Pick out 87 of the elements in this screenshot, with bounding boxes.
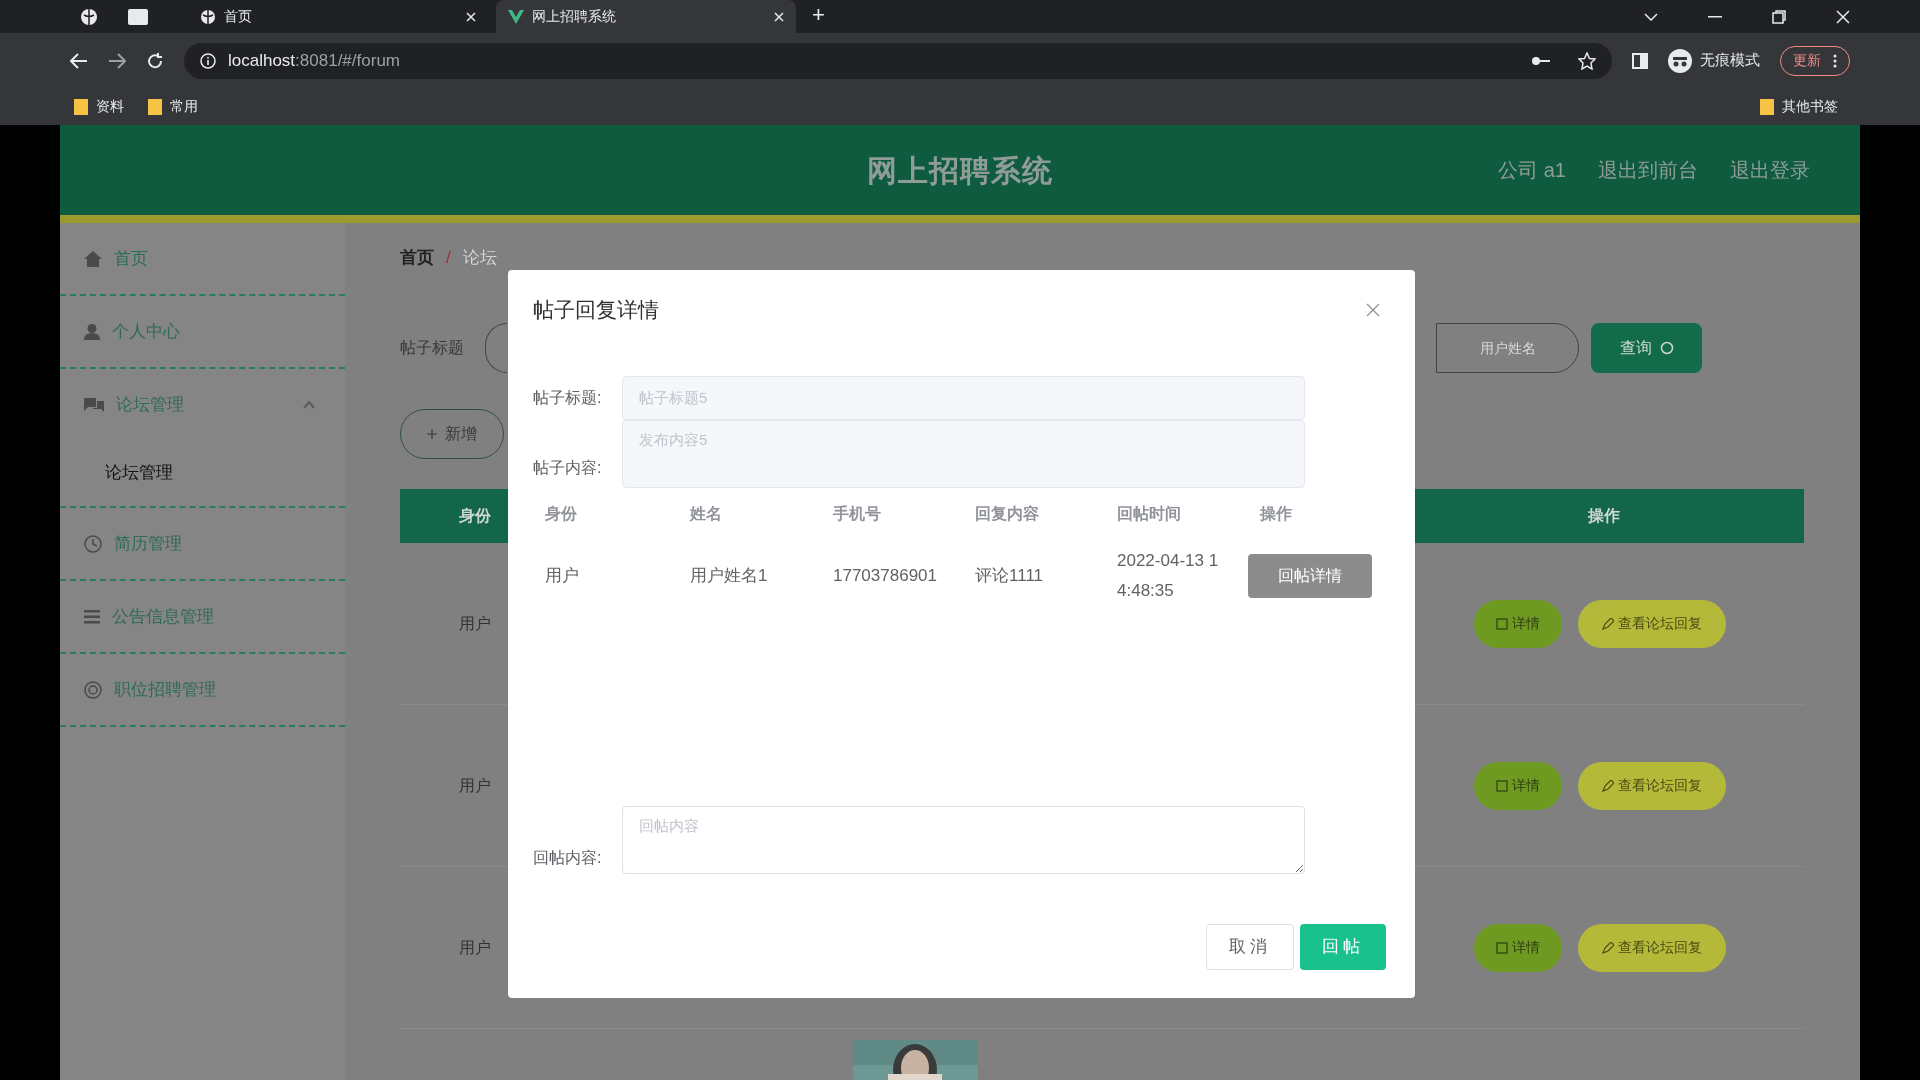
column-header: 身份 <box>545 505 577 522</box>
search-button[interactable]: 查询 <box>1591 323 1702 373</box>
folder-icon <box>148 98 162 115</box>
pen-icon <box>1602 617 1614 630</box>
header-link[interactable]: 公司 a1 <box>1498 155 1566 185</box>
browser-tab[interactable]: 网上招聘系统 <box>496 0 796 33</box>
url-text: localhost:8081/#/forum <box>228 49 400 72</box>
incognito-label: 无痕模式 <box>1700 50 1760 71</box>
pen-icon <box>1602 941 1614 954</box>
new-tab-button[interactable]: + <box>804 0 833 33</box>
bookmark[interactable]: 资料 <box>74 96 124 117</box>
tab-title: 首页 <box>224 7 253 26</box>
table-cell-text: 用户 <box>458 775 492 796</box>
reply-button[interactable]: 回帖 <box>1300 924 1386 970</box>
bookmark[interactable]: 常用 <box>148 96 198 117</box>
incognito-icon <box>1668 48 1692 73</box>
view-replies-button[interactable]: 查看论坛回复 <box>1578 599 1726 648</box>
column-header: 身份 <box>458 506 492 526</box>
reply-detail-button[interactable]: 回帖详情 <box>1248 554 1372 598</box>
globe-icon <box>200 8 216 25</box>
breadcrumb-separator: / <box>446 247 451 270</box>
column-header: 操作 <box>1260 505 1292 522</box>
plus-icon <box>427 429 437 439</box>
column-header: 姓名 <box>690 505 722 522</box>
table-cell-text: 2022-04-13 14:48:35 <box>1117 550 1220 602</box>
chevron-up-icon <box>303 400 315 409</box>
column-header: 手机号 <box>833 505 881 522</box>
close-icon <box>466 11 476 22</box>
restore-icon <box>1772 9 1786 24</box>
folder-icon <box>1760 98 1774 115</box>
table-cell-text: 用户 <box>458 937 492 958</box>
detail-button[interactable]: 详情 <box>1474 599 1562 648</box>
column-header: 操作 <box>1586 506 1621 526</box>
submenu-item[interactable]: 论坛管理 <box>105 460 173 486</box>
window-icon <box>128 9 148 25</box>
dialog-title: 帖子回复详情 <box>533 297 659 324</box>
detail-button[interactable]: 详情 <box>1474 761 1562 810</box>
spinner-icon <box>1659 341 1674 355</box>
list-icon <box>84 609 100 624</box>
chevron-down-icon <box>1644 12 1658 21</box>
forward-icon <box>108 52 126 69</box>
name-search-field[interactable]: 用户姓名 <box>1436 323 1579 373</box>
key-icon <box>1532 55 1550 66</box>
header-link[interactable]: 退出登录 <box>1730 155 1810 185</box>
breadcrumb-item[interactable]: 首页 <box>400 245 434 271</box>
search-label: 帖子标题 <box>400 338 465 358</box>
minimize-icon <box>1708 15 1722 18</box>
folder-icon <box>74 98 88 115</box>
v-logo-icon <box>508 9 524 24</box>
tab-title: 网上招聘系统 <box>532 7 617 26</box>
more-icon <box>1833 53 1837 68</box>
sidebar-icon <box>1632 52 1648 69</box>
add-button[interactable]: 新增 <box>400 409 504 459</box>
field-label: 帖子内容: <box>533 458 603 478</box>
info-icon <box>200 52 216 69</box>
table-cell-text: 用户 <box>545 565 580 588</box>
header-link[interactable]: 退出到前台 <box>1598 155 1698 185</box>
home-icon <box>84 250 102 267</box>
close-button[interactable] <box>1366 303 1380 317</box>
pen-icon <box>1602 779 1614 792</box>
column-header: 回复内容 <box>975 505 1039 522</box>
app-title: 网上招聘系统 <box>867 152 1053 189</box>
table-cell-text: 用户姓名1 <box>690 565 769 588</box>
field-label: 回帖内容: <box>533 848 603 868</box>
back-icon <box>70 52 88 69</box>
star-icon <box>1578 51 1596 70</box>
column-header: 回帖时间 <box>1117 505 1181 522</box>
close-icon <box>774 11 784 22</box>
table-cell-text: 用户 <box>458 613 492 634</box>
breadcrumb-item: 论坛 <box>462 247 497 270</box>
view-replies-button[interactable]: 查看论坛回复 <box>1578 923 1726 972</box>
close-icon <box>1366 303 1380 317</box>
view-replies-button[interactable]: 查看论坛回复 <box>1578 761 1726 810</box>
close-icon <box>1836 9 1850 24</box>
table-cell-text: 17703786901 <box>833 565 938 588</box>
reload-icon <box>146 51 164 70</box>
globe-icon <box>80 8 98 26</box>
address-bar[interactable]: localhost:8081/#/forum <box>184 42 1612 79</box>
other-bookmarks[interactable]: 其他书签 <box>1760 96 1846 117</box>
user-icon <box>84 323 100 340</box>
clock-icon <box>84 534 102 553</box>
table-cell-text: 评论1111 <box>975 565 1045 588</box>
chat-icon <box>84 397 104 412</box>
reply-field[interactable]: 回帖内容 <box>622 806 1305 874</box>
field-label: 帖子标题: <box>533 388 603 408</box>
cancel-button[interactable]: 取消 <box>1206 924 1294 970</box>
detail-button[interactable]: 详情 <box>1474 923 1562 972</box>
